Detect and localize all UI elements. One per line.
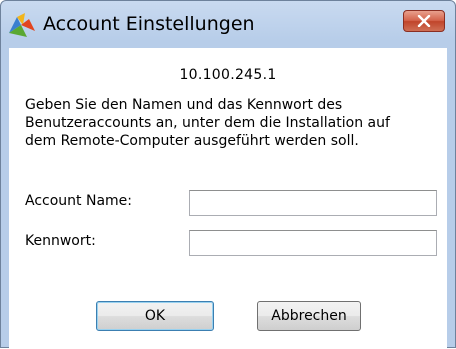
title-bar[interactable]: Account Einstellungen <box>1 1 455 47</box>
window-title: Account Einstellungen <box>43 13 255 35</box>
ok-button[interactable]: OK <box>96 301 214 331</box>
dialog-window: Account Einstellungen 10.100.245.1 Geben… <box>0 0 456 349</box>
description-text: Geben Sie den Namen und das Kennwort des… <box>25 96 435 150</box>
account-name-label: Account Name: <box>25 193 132 209</box>
close-button[interactable] <box>403 10 445 32</box>
password-input[interactable] <box>189 230 437 256</box>
description-line: dem Remote-Computer ausgeführt werden so… <box>25 133 359 149</box>
description-line: Geben Sie den Namen und das Kennwort des <box>25 97 343 113</box>
avg-logo-icon <box>7 11 37 39</box>
account-name-input[interactable] <box>189 190 437 216</box>
cancel-button[interactable]: Abbrechen <box>257 301 361 331</box>
description-line: Benutzeraccounts an, unter dem die Insta… <box>25 115 390 131</box>
ip-address: 10.100.245.1 <box>179 67 277 83</box>
close-icon <box>417 12 431 31</box>
password-label: Kennwort: <box>25 233 96 249</box>
dialog-content: 10.100.245.1 Geben Sie den Namen und das… <box>9 48 447 349</box>
